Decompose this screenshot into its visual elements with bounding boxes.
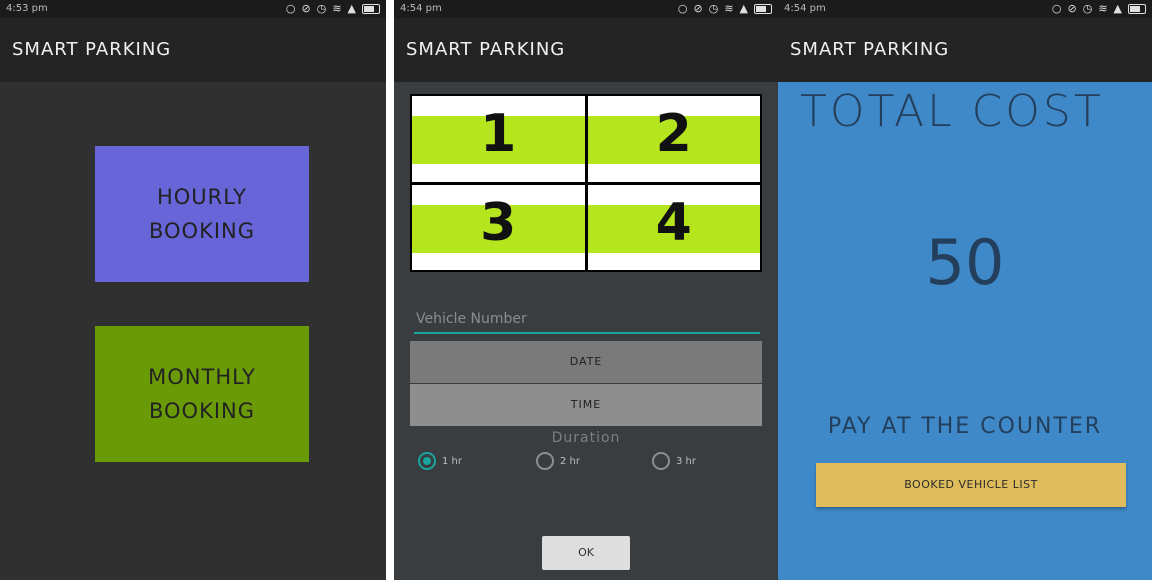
status-bar: 4:54 pm ○ ⊘ ◷ ≋ ▲	[394, 0, 778, 18]
signal-icon: ▲	[347, 2, 356, 15]
silent-icon: ⊘	[301, 2, 311, 15]
clock-icon: ◷	[1082, 2, 1093, 15]
battery-icon	[1128, 4, 1146, 14]
app-bar: SMART PARKING	[778, 18, 1152, 82]
total-cost-heading: TOTAL COST	[800, 86, 1104, 137]
duration-radio-3hr[interactable]: 3 hr	[652, 452, 696, 470]
wifi-icon: ≋	[1098, 2, 1108, 15]
signal-icon: ▲	[1113, 2, 1122, 15]
status-bar: 4:54 pm ○ ⊘ ◷ ≋ ▲	[778, 0, 1152, 18]
radio-label: 3 hr	[676, 455, 696, 467]
radio-unchecked-icon	[652, 452, 670, 470]
radio-unchecked-icon	[536, 452, 554, 470]
wifi-icon: ≋	[724, 2, 734, 15]
total-cost-value: 50	[925, 226, 1005, 299]
battery-icon	[754, 4, 772, 14]
pay-at-counter-text: PAY AT THE COUNTER	[827, 414, 1103, 439]
app-bar: SMART PARKING	[394, 18, 778, 82]
duration-radio-group: 1 hr 2 hr 3 hr	[418, 452, 758, 476]
app-title: SMART PARKING	[406, 39, 566, 60]
slot-number: 3	[480, 192, 517, 253]
slot-number: 1	[480, 104, 517, 164]
parking-slot-1[interactable]: 1	[412, 96, 585, 182]
radio-label: 1 hr	[442, 455, 462, 467]
status-time: 4:53 pm	[6, 3, 48, 14]
parking-slot-2[interactable]: 2	[587, 96, 760, 182]
alarm-icon: ○	[285, 2, 296, 15]
parking-slot-3[interactable]: 3	[412, 184, 585, 270]
status-time: 4:54 pm	[400, 3, 442, 14]
vehicle-number-input[interactable]	[414, 306, 760, 334]
clock-icon: ◷	[316, 2, 327, 15]
booked-vehicle-list-button[interactable]: BOOKED VEHICLE LIST	[816, 463, 1126, 507]
duration-radio-1hr[interactable]: 1 hr	[418, 452, 462, 470]
app-title: SMART PARKING	[790, 39, 950, 60]
silent-icon: ⊘	[693, 2, 703, 15]
battery-icon	[362, 4, 380, 14]
radio-label: 2 hr	[560, 455, 580, 467]
clock-icon: ◷	[708, 2, 719, 15]
total-cost-screen: 4:54 pm ○ ⊘ ◷ ≋ ▲ SMART PARKING TOTAL CO…	[778, 0, 1152, 580]
alarm-icon: ○	[677, 2, 688, 15]
hourly-booking-button[interactable]: HOURLY BOOKING	[95, 146, 309, 282]
slot-number: 4	[655, 192, 692, 253]
slot-booking-screen: 4:54 pm ○ ⊘ ◷ ≋ ▲ SMART PARKING 1 2 3 4 …	[394, 0, 778, 580]
ok-button[interactable]: OK	[542, 536, 630, 570]
status-icons: ○ ⊘ ◷ ≋ ▲	[286, 0, 380, 18]
parking-slot-4[interactable]: 4	[587, 184, 760, 270]
slot-number: 2	[655, 104, 692, 164]
duration-label: Duration	[551, 430, 621, 446]
wifi-icon: ≋	[332, 2, 342, 15]
status-icons: ○ ⊘ ◷ ≋ ▲	[678, 0, 772, 18]
app-title: SMART PARKING	[12, 39, 172, 60]
app-bar: SMART PARKING	[0, 18, 386, 82]
booking-type-screen: 4:53 pm ○ ⊘ ◷ ≋ ▲ SMART PARKING HOURLY B…	[0, 0, 386, 580]
status-icons: ○ ⊘ ◷ ≋ ▲	[1052, 0, 1146, 18]
parking-slot-grid: 1 2 3 4	[410, 94, 762, 272]
monthly-booking-button[interactable]: MONTHLY BOOKING	[95, 326, 309, 462]
screens-row: 4:53 pm ○ ⊘ ◷ ≋ ▲ SMART PARKING HOURLY B…	[0, 0, 1152, 580]
time-button[interactable]: TIME	[410, 384, 762, 426]
alarm-icon: ○	[1051, 2, 1062, 15]
duration-radio-2hr[interactable]: 2 hr	[536, 452, 580, 470]
status-bar: 4:53 pm ○ ⊘ ◷ ≋ ▲	[0, 0, 386, 18]
status-time: 4:54 pm	[784, 3, 826, 14]
silent-icon: ⊘	[1067, 2, 1077, 15]
date-button[interactable]: DATE	[410, 341, 762, 383]
signal-icon: ▲	[739, 2, 748, 15]
radio-checked-icon	[418, 452, 436, 470]
